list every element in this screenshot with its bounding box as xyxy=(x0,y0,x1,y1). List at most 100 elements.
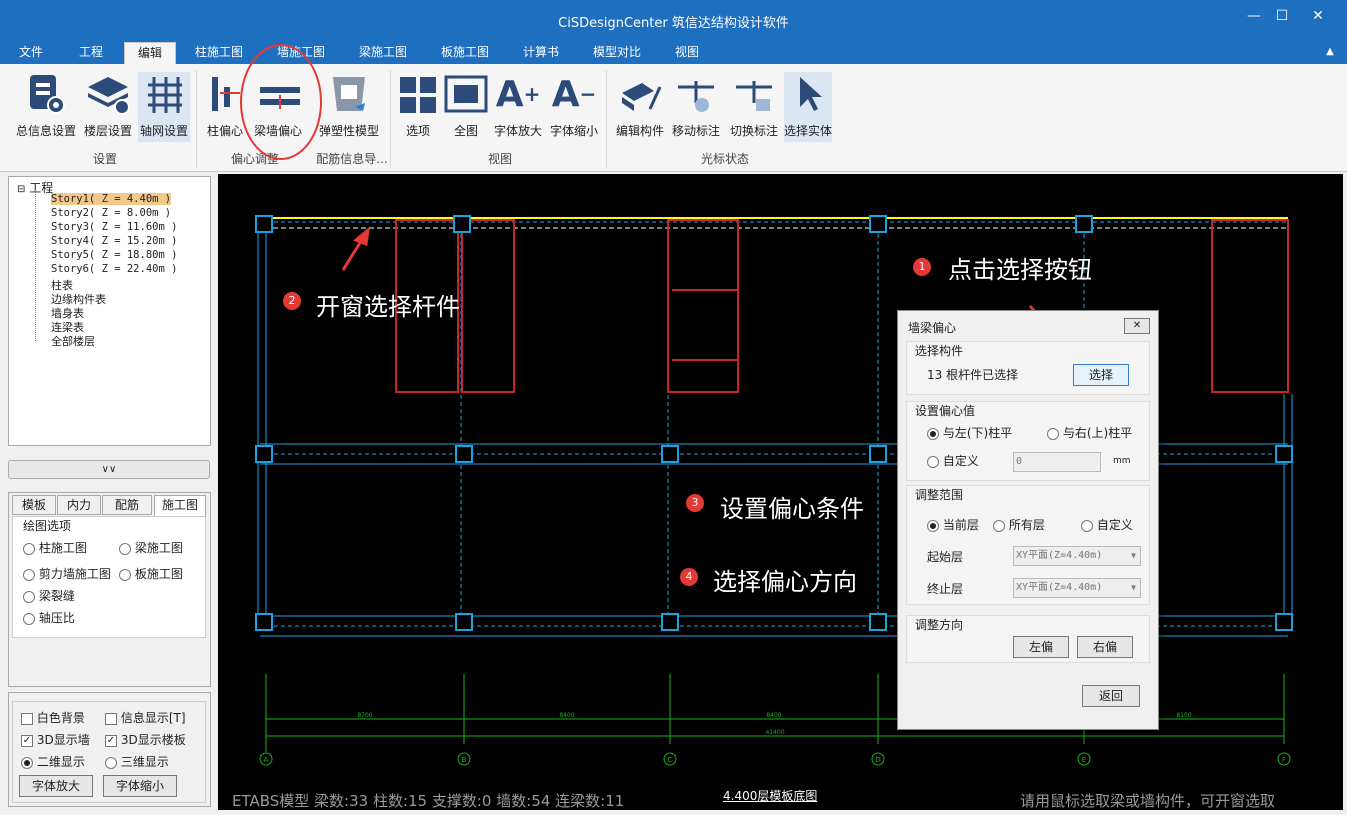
opt-beam-drawing[interactable]: 梁施工图 xyxy=(119,539,183,556)
font-enlarge-small-button[interactable]: 字体放大 xyxy=(19,775,93,797)
range-custom[interactable]: 自定义 xyxy=(1081,516,1133,533)
floor-settings-button[interactable]: 楼层设置 xyxy=(82,72,134,142)
offset-group-title: 设置偏心值 xyxy=(915,404,976,418)
tree-item-all-floors[interactable]: 全部楼层 xyxy=(51,333,95,349)
tree-item-story2[interactable]: Story2( Z = 8.00m ) xyxy=(51,207,171,219)
check-info-display[interactable]: 信息显示[T] xyxy=(105,709,186,726)
font-shrink-button[interactable]: A − 字体缩小 xyxy=(548,72,600,142)
annotation-text-3: 设置偏心条件 xyxy=(720,495,864,523)
start-floor-select[interactable]: XY平面(Z=4.40m) ▼ xyxy=(1013,546,1141,566)
range-current[interactable]: 当前层 xyxy=(927,516,979,533)
select-button[interactable]: 选择 xyxy=(1073,364,1129,386)
project-tree: ⊟ 工程 Story1( Z = 4.40m ) Story2( Z = 8.0… xyxy=(8,176,211,446)
select-group: 选择构件 13 根杆件已选择 选择 xyxy=(906,341,1150,395)
tab-construction-drawing[interactable]: 施工图 xyxy=(154,495,206,517)
switch-annotation-button[interactable]: 切换标注 xyxy=(726,72,782,142)
opt-column-drawing[interactable]: 柱施工图 xyxy=(23,539,87,556)
group-cursor-label: 光标状态 xyxy=(700,152,749,166)
collapse-panel-button[interactable]: ∨∨ xyxy=(8,460,210,479)
tab-edit[interactable]: 编辑 xyxy=(124,42,176,64)
opt-column-drawing-label: 柱施工图 xyxy=(38,541,87,555)
font-shrink-small-button[interactable]: 字体缩小 xyxy=(103,775,177,797)
right-offset-button[interactable]: 右偏 xyxy=(1077,636,1133,658)
grid-icon xyxy=(142,72,186,116)
range-all[interactable]: 所有层 xyxy=(993,516,1045,533)
opt-align-left[interactable]: 与左(下)柱平 xyxy=(927,424,1012,441)
options-button[interactable]: 选项 xyxy=(396,72,440,142)
dim-1: 8700 xyxy=(357,712,372,719)
ribbon-divider xyxy=(606,70,607,168)
left-offset-button[interactable]: 左偏 xyxy=(1013,636,1069,658)
tree-line xyxy=(35,191,36,341)
check-3d-wall[interactable]: ✓ 3D显示墙 xyxy=(21,731,90,748)
font-enlarge-icon: A + xyxy=(495,73,541,115)
opt-align-right[interactable]: 与右(上)柱平 xyxy=(1047,424,1132,441)
direction-group-title: 调整方向 xyxy=(915,618,964,632)
selected-count-text: 13 根杆件已选择 xyxy=(927,368,1019,382)
display-panel: 白色背景 信息显示[T] ✓ 3D显示墙 ✓ 3D显示楼板 二维显示 三维显示 … xyxy=(8,692,211,807)
tab-project[interactable]: 工程 xyxy=(68,42,114,64)
full-view-icon xyxy=(444,72,488,116)
radio-3d-label: 三维显示 xyxy=(120,755,169,769)
check-white-bg[interactable]: 白色背景 xyxy=(21,709,85,726)
tab-calc-book[interactable]: 计算书 xyxy=(516,42,566,64)
back-button[interactable]: 返回 xyxy=(1082,685,1140,707)
collapse-ribbon-icon[interactable]: ▲ xyxy=(1320,42,1340,64)
annotation-badge-4: 4 xyxy=(680,568,698,586)
general-settings-button[interactable]: 总信息设置 xyxy=(14,72,78,142)
tab-force[interactable]: 内力 xyxy=(57,495,101,515)
opt-custom-offset[interactable]: 自定义 xyxy=(927,452,979,469)
floor-label: 4.400层模板底图 xyxy=(723,789,818,803)
tab-view[interactable]: 视图 xyxy=(668,42,706,64)
select-group-title: 选择构件 xyxy=(915,344,964,358)
custom-offset-input[interactable]: 0 xyxy=(1013,452,1101,472)
maximize-icon[interactable]: ☐ xyxy=(1268,6,1296,26)
radio-icon xyxy=(23,542,35,555)
tree-item-story4[interactable]: Story4( Z = 15.20m ) xyxy=(51,235,177,247)
end-floor-select[interactable]: XY平面(Z=4.40m) ▼ xyxy=(1013,578,1141,598)
full-view-label: 全图 xyxy=(453,124,478,138)
opt-slab-drawing[interactable]: 板施工图 xyxy=(119,565,183,582)
opt-beam-drawing-label: 梁施工图 xyxy=(134,541,183,555)
tree-item-story1[interactable]: Story1( Z = 4.40m ) xyxy=(51,193,172,205)
radio-3d[interactable]: 三维显示 xyxy=(105,753,169,770)
opt-beam-crack-label: 梁裂缝 xyxy=(38,589,75,603)
ribbon: 总信息设置 楼层设置 轴网设置 柱偏心 梁墙偏心 弹塑性模型 选项 全图 A +… xyxy=(0,44,1347,172)
tab-template[interactable]: 模板 xyxy=(12,495,56,515)
grid-settings-button[interactable]: 轴网设置 xyxy=(138,72,190,142)
tab-model-compare[interactable]: 模型对比 xyxy=(586,42,648,64)
dialog-close-icon[interactable]: ✕ xyxy=(1124,318,1150,334)
select-entity-button[interactable]: 选择实体 xyxy=(784,72,832,142)
options-label: 选项 xyxy=(405,124,430,138)
close-icon[interactable]: ✕ xyxy=(1304,6,1332,26)
opt-beam-crack[interactable]: 梁裂缝 xyxy=(23,587,75,604)
font-enlarge-button[interactable]: A + 字体放大 xyxy=(492,72,544,142)
group-settings-label: 设置 xyxy=(92,152,117,166)
drawing-canvas[interactable]: 8700 8400 8400 8400 8100 41400 A B C D E… xyxy=(218,174,1343,810)
tab-file[interactable]: 文件 xyxy=(10,42,52,64)
tree-item-story3[interactable]: Story3( Z = 11.60m ) xyxy=(51,221,177,233)
check-3d-slab-label: 3D显示楼板 xyxy=(120,733,186,747)
end-floor-label: 终止层 xyxy=(927,582,964,596)
tab-slab-drawing[interactable]: 板施工图 xyxy=(434,42,496,64)
edit-component-button[interactable]: 编辑构件 xyxy=(612,72,668,142)
tree-item-story5[interactable]: Story5( Z = 18.80m ) xyxy=(51,249,177,261)
opt-shearwall-drawing-label: 剪力墙施工图 xyxy=(38,567,111,581)
edit-component-icon xyxy=(618,72,662,116)
checkbox-icon xyxy=(21,712,33,725)
chevron-down-icon: ∨∨ xyxy=(101,464,117,475)
full-view-button[interactable]: 全图 xyxy=(444,72,488,142)
radio-2d[interactable]: 二维显示 xyxy=(21,753,85,770)
opt-shearwall-drawing[interactable]: 剪力墙施工图 xyxy=(23,565,111,582)
check-3d-slab[interactable]: ✓ 3D显示楼板 xyxy=(105,731,186,748)
tab-beam-drawing[interactable]: 梁施工图 xyxy=(352,42,414,64)
range-custom-label: 自定义 xyxy=(1096,518,1133,532)
floor-settings-label: 楼层设置 xyxy=(83,124,132,138)
opt-axial-ratio[interactable]: 轴压比 xyxy=(23,609,75,626)
tree-item-story6[interactable]: Story6( Z = 22.40m ) xyxy=(51,263,177,275)
minimize-icon[interactable]: — xyxy=(1240,6,1268,26)
tab-reinforcement[interactable]: 配筋 xyxy=(102,495,152,515)
offset-group: 设置偏心值 与左(下)柱平 与右(上)柱平 自定义 0 mm xyxy=(906,401,1150,481)
unit-label: mm xyxy=(1113,456,1131,466)
move-annotation-button[interactable]: 移动标注 xyxy=(668,72,724,142)
